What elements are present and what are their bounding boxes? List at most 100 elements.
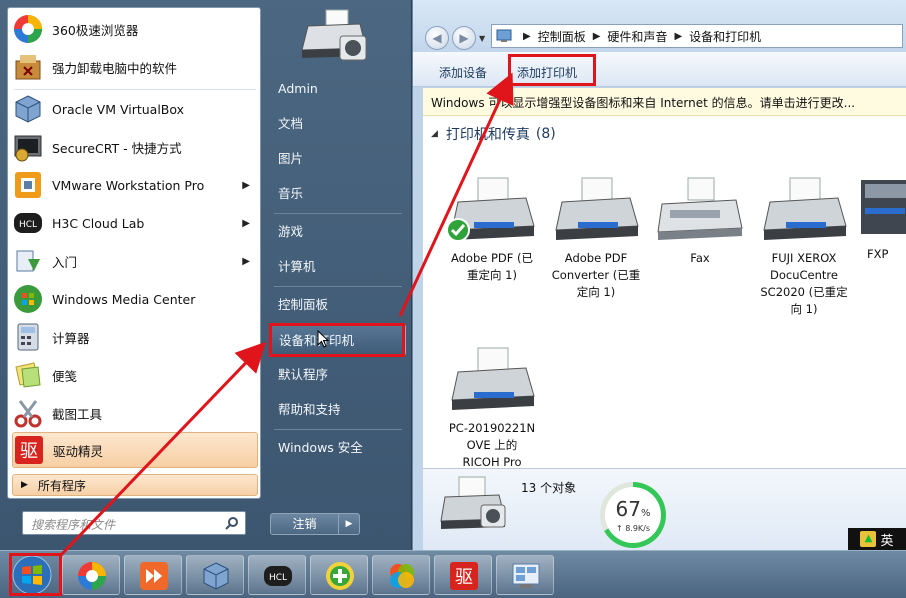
- breadcrumb-control-panel[interactable]: 控制面板: [538, 28, 586, 45]
- info-bar[interactable]: Windows 可以显示增强型设备图标和来自 Internet 的信息。请单击进…: [423, 88, 906, 116]
- svg-text:驱: 驱: [455, 567, 473, 588]
- device-label: Adobe PDF: [564, 251, 628, 265]
- taskbar-360-browser[interactable]: [62, 555, 120, 595]
- device-ricoh-pro[interactable]: PC-20190221N OVE 上的 RICOH Pro: [437, 344, 547, 471]
- gauge-percent: 67: [615, 497, 641, 521]
- program-label: 入门: [52, 254, 78, 270]
- device-label: OVE 上的: [466, 438, 518, 452]
- start-right-default-programs[interactable]: 默认程序: [270, 359, 406, 391]
- breadcrumb-devices-printers[interactable]: 设备和打印机: [689, 28, 761, 45]
- program-label: 截图工具: [52, 406, 103, 422]
- breadcrumb-hardware-sound[interactable]: 硬件和声音: [607, 28, 667, 45]
- device-list: ◢ 打印机和传真 (8) Adobe PDF (已 重定向 1) Adobe P…: [423, 116, 906, 471]
- upload-speed: ↑ 8.9K/s: [615, 524, 651, 533]
- program-label: H3C Cloud Lab: [52, 215, 145, 231]
- device-label: Converter (已重: [551, 268, 641, 282]
- shutdown-options-arrow-icon[interactable]: ▶: [339, 514, 359, 534]
- start-right-control-panel[interactable]: 控制面板: [270, 289, 406, 321]
- taskbar-windows-photo[interactable]: [372, 555, 430, 595]
- control-panel-icon: [496, 29, 512, 42]
- program-label: SecureCRT - 快捷方式: [52, 140, 182, 156]
- group-header-printers[interactable]: ◢ 打印机和传真 (8): [431, 124, 556, 144]
- 360-safe-icon: [326, 562, 354, 590]
- devices-and-printers-window: ◀ ▶ ▼ ▶ 控制面板 ▶ 硬件和声音 ▶ 设备和打印机 添加设备 添加打印机…: [412, 0, 906, 550]
- device-adobe-pdf-converter[interactable]: Adobe PDF Converter (已重 定向 1): [541, 174, 651, 301]
- program-vmware[interactable]: VMware Workstation Pro ▶: [12, 167, 258, 203]
- start-right-admin[interactable]: Admin: [270, 73, 406, 105]
- program-securecrt[interactable]: SecureCRT - 快捷方式: [12, 129, 258, 165]
- start-right-music[interactable]: 音乐: [270, 178, 406, 210]
- program-label: 强力卸载电脑中的软件: [52, 60, 178, 76]
- input-method-indicator[interactable]: ▲ 英: [848, 528, 906, 550]
- program-getting-started[interactable]: 入门 ▶: [12, 243, 258, 279]
- device-adobe-pdf[interactable]: Adobe PDF (已 重定向 1): [437, 174, 547, 284]
- start-search-input[interactable]: 搜索程序和文件: [22, 511, 246, 535]
- divider: [274, 213, 402, 214]
- address-bar[interactable]: ▶ 控制面板 ▶ 硬件和声音 ▶ 设备和打印机: [491, 24, 903, 48]
- device-fuji-xerox[interactable]: FUJI XEROX DocuCentre SC2020 (已重定 向 1): [749, 174, 859, 318]
- device-label: SC2020 (已重定: [760, 285, 848, 299]
- divider: [14, 89, 256, 90]
- program-label: 便笺: [52, 368, 78, 384]
- start-right-windows-security[interactable]: Windows 安全: [270, 432, 406, 464]
- snipping-tool-icon: [14, 400, 42, 428]
- submenu-arrow-icon: ▶: [242, 179, 250, 191]
- program-calculator[interactable]: 计算器: [12, 319, 258, 355]
- all-programs-button[interactable]: ▶ 所有程序: [12, 474, 258, 496]
- taskbar-media-player[interactable]: [124, 555, 182, 595]
- device-fxp[interactable]: FXP: [853, 174, 906, 263]
- network-speed-gauge[interactable]: 67% ↑ 8.9K/s: [600, 482, 666, 548]
- program-sticky-notes[interactable]: 便笺: [12, 357, 258, 393]
- taskbar-driver-genius[interactable]: 驱: [434, 555, 492, 595]
- program-360-browser[interactable]: 360极速浏览器: [12, 11, 258, 47]
- media-center-icon: [14, 285, 42, 313]
- logoff-button[interactable]: 注销: [271, 514, 339, 534]
- back-button[interactable]: ◀: [425, 26, 449, 50]
- printer-icon: [853, 174, 906, 246]
- start-right-help-support[interactable]: 帮助和支持: [270, 394, 406, 426]
- program-driver-genius[interactable]: 驱 驱动精灵: [12, 432, 258, 468]
- program-uninstaller[interactable]: 强力卸载电脑中的软件: [12, 49, 258, 85]
- taskbar-control-panel[interactable]: [496, 555, 554, 595]
- program-virtualbox[interactable]: Oracle VM VirtualBox: [12, 91, 258, 127]
- program-media-center[interactable]: Windows Media Center: [12, 281, 258, 317]
- securecrt-icon: [14, 135, 42, 162]
- printer-icon: [548, 174, 644, 246]
- programs-list: 360极速浏览器 强力卸载电脑中的软件 Oracle VM VirtualBox…: [7, 7, 261, 499]
- driver-genius-icon: 驱: [450, 562, 478, 590]
- program-label: Windows Media Center: [52, 291, 196, 307]
- start-right-documents[interactable]: 文档: [270, 108, 406, 140]
- program-label: 计算器: [52, 330, 90, 346]
- program-h3c-cloud-lab[interactable]: HCL H3C Cloud Lab ▶: [12, 205, 258, 241]
- device-fax[interactable]: Fax: [645, 174, 755, 267]
- driver-genius-icon: 驱: [15, 436, 43, 464]
- recent-pages-dropdown-icon[interactable]: ▼: [479, 34, 485, 43]
- devices-printers-picture-icon: [301, 9, 367, 61]
- device-label: 重定向 1): [467, 268, 517, 282]
- device-label: Fax: [690, 251, 710, 265]
- calculator-icon: [17, 323, 39, 351]
- control-panel-icon: [512, 563, 540, 588]
- start-right-computer[interactable]: 计算机: [270, 251, 406, 283]
- start-right-games[interactable]: 游戏: [270, 216, 406, 248]
- program-snipping-tool[interactable]: 截图工具: [12, 395, 258, 431]
- add-device-button[interactable]: 添加设备: [433, 60, 493, 85]
- printer-icon: [444, 344, 540, 416]
- taskbar-360-safe[interactable]: [310, 555, 368, 595]
- program-label: 驱动精灵: [53, 443, 104, 459]
- h3c-icon: HCL: [14, 213, 42, 233]
- start-right-pictures[interactable]: 图片: [270, 143, 406, 175]
- device-label: PC-20190221N: [448, 421, 536, 435]
- ime-label: 英: [880, 533, 894, 549]
- windows-photo-icon: [390, 564, 414, 588]
- taskbar-h3c[interactable]: HCL: [248, 555, 306, 595]
- submenu-arrow-icon: ▶: [242, 255, 250, 267]
- printer-icon: [444, 174, 540, 246]
- device-label: 向 1): [790, 302, 818, 316]
- sticky-notes-icon: [15, 362, 41, 388]
- group-title: 打印机和传真: [445, 127, 530, 143]
- default-check-icon: [446, 218, 470, 242]
- taskbar-virtualbox[interactable]: [186, 555, 244, 595]
- 360-browser-icon: [78, 562, 106, 590]
- forward-button[interactable]: ▶: [452, 26, 476, 50]
